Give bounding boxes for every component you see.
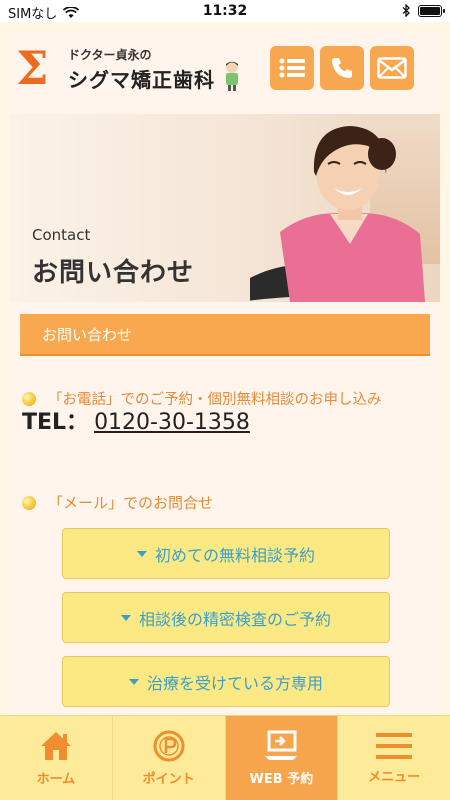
tel-label: TEL： <box>22 410 89 435</box>
patients-only-button[interactable]: 治療を受けている方専用 <box>62 656 390 707</box>
hero-title-jp: お問い合わせ <box>32 258 195 288</box>
nav-menu[interactable]: メニュー <box>338 716 450 800</box>
detailed-exam-button[interactable]: 相談後の精密検査のご予約 <box>62 592 390 643</box>
detailed-exam-label: 相談後の精密検査のご予約 <box>138 609 331 629</box>
list-icon <box>279 58 305 78</box>
triangle-down-icon <box>136 550 147 557</box>
tel-number-link[interactable]: 0120-30-1358 <box>94 410 250 435</box>
logo-title[interactable]: シグマ矯正歯科 <box>68 64 215 93</box>
bottom-nav: ホーム ポイント WEB 予約 メニュー <box>0 715 450 800</box>
bluetooth-icon <box>402 4 410 17</box>
battery-level <box>420 6 440 15</box>
nav-menu-label: メニュー <box>368 769 421 785</box>
web-reserve-icon <box>265 730 298 760</box>
logo-subtitle[interactable]: ドクター貞永の <box>68 46 152 63</box>
mail-icon <box>377 57 407 79</box>
nav-home[interactable]: ホーム <box>0 716 113 800</box>
nav-web-reserve-label: WEB 予約 <box>249 771 314 787</box>
hero-staff-photo <box>250 126 425 302</box>
page: Σ ドクター貞永の シグマ矯正歯科 Contact お問い合わせ お問い合わせ … <box>0 22 450 715</box>
status-bar: SIMなし 11:32 <box>0 0 450 22</box>
status-time: 11:32 <box>202 3 248 19</box>
status-right <box>402 4 445 17</box>
phone-icon <box>332 58 352 78</box>
bullet-mail-icon <box>22 496 36 510</box>
first-consultation-button[interactable]: 初めての無料相談予約 <box>62 528 390 579</box>
tel-line: TEL： 0120-30-1358 <box>22 404 250 436</box>
nav-point[interactable]: ポイント <box>113 716 226 800</box>
nav-web-reserve[interactable]: WEB 予約 <box>225 716 339 800</box>
logo-sigma-icon[interactable]: Σ <box>16 45 56 91</box>
phone-button[interactable] <box>320 46 364 90</box>
menu-list-button[interactable] <box>270 46 314 90</box>
first-consultation-label: 初めての無料相談予約 <box>154 545 315 565</box>
nav-point-label: ポイント <box>142 771 195 787</box>
doctor-mascot-icon <box>226 61 238 91</box>
hero-banner: Contact お問い合わせ <box>10 114 440 302</box>
triangle-down-icon <box>120 614 131 621</box>
content-area: Σ ドクター貞永の シグマ矯正歯科 Contact お問い合わせ お問い合わせ … <box>10 32 440 715</box>
nav-home-label: ホーム <box>36 771 76 787</box>
menu-icon <box>376 732 413 759</box>
home-icon <box>40 731 71 760</box>
battery-icon <box>418 4 445 17</box>
section-title-bar: お問い合わせ <box>20 314 430 356</box>
mail-heading: 「メール」でのお問合せ <box>48 494 214 512</box>
point-icon <box>153 730 185 761</box>
triangle-down-icon <box>128 678 139 685</box>
mail-button[interactable] <box>370 46 414 90</box>
patients-only-label: 治療を受けている方専用 <box>146 673 323 693</box>
hero-title-en: Contact <box>32 226 91 244</box>
